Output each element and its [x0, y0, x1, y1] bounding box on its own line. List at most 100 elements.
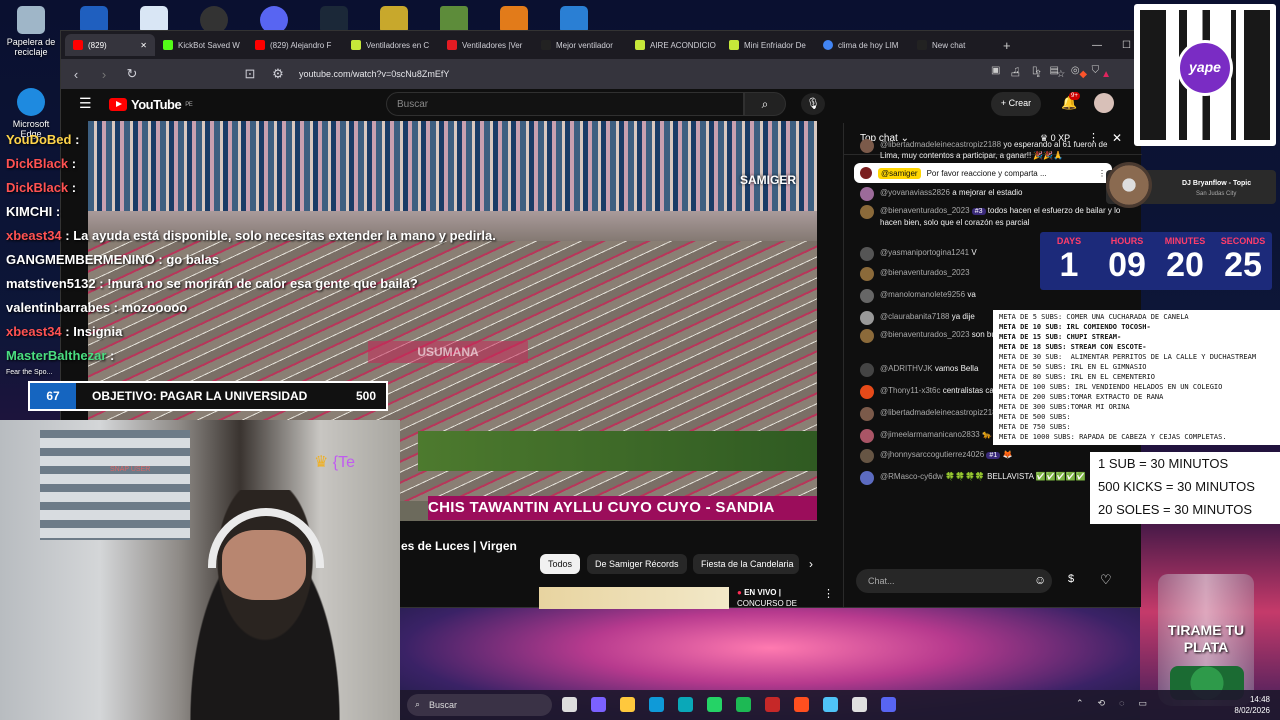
chip-samiger[interactable]: De Samiger Récords: [587, 554, 687, 574]
tab-aire[interactable]: AIRE ACONDICIO: [627, 34, 721, 56]
site-info-icon[interactable]: ⚙: [271, 66, 285, 82]
youtube-favicon-icon: [73, 40, 83, 50]
close-icon[interactable]: ✕: [140, 41, 147, 50]
taskbar-clock[interactable]: 14:48 8/02/2026: [1234, 694, 1270, 716]
chat-input[interactable]: Chat...: [856, 569, 1052, 593]
taskbar-app-icon[interactable]: [678, 697, 693, 712]
chat-avatar: [860, 429, 874, 443]
pinned-message[interactable]: @samiger Por favor reaccione y comparta …: [854, 163, 1112, 183]
chat-message[interactable]: @manolomanolete9256 va: [860, 289, 1122, 303]
chat-message[interactable]: @libertadmadeleinecastropiz2188 yo esper…: [860, 139, 1122, 161]
search-icon[interactable]: ⌕: [744, 92, 786, 116]
timer-hours: 09: [1108, 246, 1146, 284]
shield-icon[interactable]: ⛉: [1092, 65, 1100, 76]
chevron-right-icon[interactable]: ›: [809, 557, 813, 571]
menu-icon[interactable]: ☰: [79, 95, 92, 112]
sidebar-icon[interactable]: ▯: [1032, 65, 1038, 76]
taskbar-app-icon[interactable]: [591, 697, 606, 712]
sub-goal-line: META DE 1000 SUBS: RAPADA DE CABEZA Y CE…: [999, 433, 1227, 441]
bookmark-icon[interactable]: ⊡: [243, 66, 257, 82]
tab-mini-enfriador[interactable]: Mini Enfriador De: [721, 34, 815, 56]
tab-new-chat[interactable]: New chat: [909, 34, 993, 56]
vpn-icon[interactable]: ◎: [1071, 65, 1080, 76]
chip-todos[interactable]: Todos: [540, 554, 581, 574]
tab-ventiladores-ver[interactable]: Ventiladores |Ver: [439, 34, 533, 56]
battery-icon[interactable]: ▭: [1138, 698, 1147, 709]
network-icon[interactable]: ⟲: [1098, 698, 1106, 709]
related-title: CONCURSO DE: [737, 599, 798, 608]
clock-date: 8/02/2026: [1234, 706, 1270, 715]
taskbar-app-icon[interactable]: [562, 697, 577, 712]
forward-icon[interactable]: ›: [97, 67, 111, 82]
minimize-icon[interactable]: —: [1092, 40, 1102, 51]
store-favicon-icon: [447, 40, 457, 50]
chevron-up-icon[interactable]: ⌃: [1076, 698, 1084, 709]
overlay-chat-line: DickBlack :: [6, 156, 77, 171]
taskbar-app-icon[interactable]: [823, 697, 838, 712]
overlay-chat-user: valentinbarrabes: [6, 300, 111, 315]
back-icon[interactable]: ‹: [69, 67, 83, 82]
chat-author: @ADRITHVJK: [880, 364, 933, 373]
live-label: EN VIVO |: [744, 588, 781, 597]
taskbar-app-icon[interactable]: [852, 697, 867, 712]
tab-kickbot[interactable]: KickBot Saved W: [155, 34, 247, 56]
mic-icon[interactable]: 🎙: [801, 93, 825, 115]
url-field[interactable]: youtube.com/watch?v=0scNu8ZmEfY: [299, 69, 449, 79]
youtube-logo[interactable]: YouTube PE: [109, 97, 193, 112]
overlay-chat-user: KIMCHI: [6, 204, 53, 219]
chat-message[interactable]: @bienaventurados_2023 #3 todos hacen el …: [860, 205, 1122, 228]
volume-icon[interactable]: ◌: [1119, 698, 1124, 709]
taskbar-app-icon[interactable]: [707, 697, 722, 712]
stream-chat-overlay: YouDoBed : DickBlack : DickBlack : KIMCH…: [6, 128, 496, 368]
chip-candelaria[interactable]: Fiesta de la Candelaria: [693, 554, 799, 574]
youtube-search-input[interactable]: Buscar: [386, 92, 744, 116]
taskbar-app-icon[interactable]: [620, 697, 635, 712]
recycle-bin-icon[interactable]: Papelera de reciclaje: [2, 6, 60, 57]
rule-line: 1 SUB = 30 MINUTOS: [1098, 456, 1229, 471]
tab-ventiladores-c[interactable]: Ventiladores en C: [343, 34, 439, 56]
super-chat-icon[interactable]: $: [1068, 573, 1074, 585]
crown-icon: ♛: [314, 454, 329, 471]
create-button[interactable]: + Crear: [991, 92, 1041, 116]
goal-label: OBJETIVO: PAGAR LA UNIVERSIDAD: [92, 389, 308, 403]
goal-target: 500: [355, 389, 376, 403]
chat-author: @Thony11-x3t6c: [880, 386, 941, 395]
wallet-icon[interactable]: ▣: [991, 65, 1000, 76]
chat-avatar: [860, 247, 874, 261]
store-favicon-icon: [635, 40, 645, 50]
related-video-info[interactable]: ● EN VIVO | CONCURSO DE: [737, 587, 817, 609]
tab-clima[interactable]: clima de hoy LIM: [815, 34, 909, 56]
overlay-chat-line: matstiven5132 : !mura no se morirán de c…: [6, 276, 418, 291]
chat-message-body: @claurabanita7188 ya dije: [880, 311, 975, 325]
rank-badge: #1: [986, 452, 1001, 459]
chat-message[interactable]: @jhonnysarccogutierrez4026 #1 🦊: [860, 449, 1122, 463]
chat-avatar: [860, 449, 874, 463]
taskbar-search[interactable]: ⌕ Buscar: [407, 694, 552, 716]
related-thumbnail[interactable]: [539, 587, 729, 609]
chat-favicon-icon: [917, 40, 927, 50]
taskbar-app-icon[interactable]: [765, 697, 780, 712]
new-tab-icon[interactable]: +: [993, 38, 1021, 53]
chat-message[interactable]: @RMasco-cy6dw 🍀🍀🍀🍀 BELLAVISTA ✅✅✅✅✅: [860, 471, 1122, 485]
taskbar-app-icon[interactable]: [736, 697, 751, 712]
live-dot-icon: ●: [737, 588, 742, 597]
music-icon[interactable]: ♫: [1012, 65, 1020, 76]
pinned-more-icon[interactable]: ⋮: [1098, 169, 1106, 178]
chat-message[interactable]: @yovanaviass2826 a mejorar el estadio: [860, 187, 1122, 201]
tab-alejandro[interactable]: (829) Alejandro F: [247, 34, 343, 56]
taskbar-app-icon[interactable]: [794, 697, 809, 712]
emoji-icon[interactable]: ☺: [1034, 573, 1046, 587]
tab-youtube[interactable]: (829) ✕: [65, 34, 155, 56]
sub-goal-line: META DE 80 SUBS: IRL EN EL CEMENTERIO: [999, 373, 1155, 381]
tabs-icon[interactable]: ▤: [1049, 65, 1058, 76]
rewards-icon[interactable]: ▲: [1101, 69, 1111, 80]
reload-icon[interactable]: ↻: [125, 66, 139, 82]
heart-icon[interactable]: ♡: [1100, 572, 1112, 588]
youtube-play-icon: [109, 98, 127, 111]
maximize-icon[interactable]: ☐: [1122, 40, 1131, 51]
avatar[interactable]: [1094, 93, 1114, 113]
taskbar-app-icon[interactable]: [881, 697, 896, 712]
more-options-icon[interactable]: ⋮: [823, 587, 834, 600]
taskbar-app-icon[interactable]: [649, 697, 664, 712]
tab-mejor-ventilador[interactable]: Mejor ventilador: [533, 34, 627, 56]
